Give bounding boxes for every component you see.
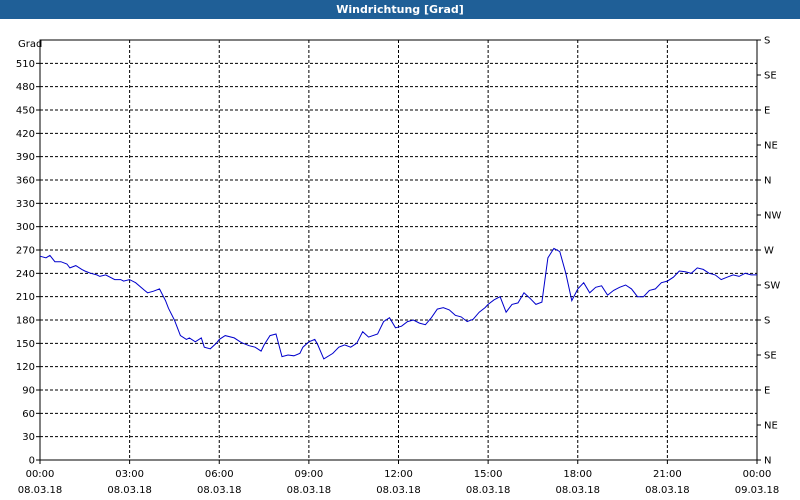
y-tick-label: 480 bbox=[16, 82, 35, 93]
y2-tick-label: S bbox=[764, 36, 770, 47]
y-axis-label: Grad bbox=[18, 39, 42, 50]
y2-tick-label: NE bbox=[764, 141, 778, 152]
y2-tick-label: E bbox=[764, 106, 770, 117]
y2-tick-label: E bbox=[764, 386, 770, 397]
wind-direction-chart: 0 30 60 90 120 150 180 210 240 270 300 330 360 390 420… bbox=[16, 36, 782, 497]
x-tick-time: 18:00 bbox=[563, 469, 592, 480]
x-tick-time: 06:00 bbox=[205, 469, 234, 480]
y-tick-label: 270 bbox=[16, 246, 35, 257]
y-tick-label: 30 bbox=[22, 432, 35, 443]
x-tick-time: 15:00 bbox=[474, 469, 503, 480]
y-tick-label: 210 bbox=[16, 292, 35, 303]
x-tick-time: 03:00 bbox=[115, 469, 144, 480]
y-tick-label: 390 bbox=[16, 152, 35, 163]
y-tick-label: 510 bbox=[16, 59, 35, 70]
y-tick-label: 60 bbox=[22, 409, 35, 420]
x-tick-date: 08.03.18 bbox=[466, 485, 511, 496]
grid bbox=[40, 39, 757, 460]
y2-tick-label: W bbox=[764, 246, 774, 257]
y2-tick-label: NW bbox=[764, 211, 781, 222]
y2-tick-label: NE bbox=[764, 421, 778, 432]
x-tick-date: 08.03.18 bbox=[197, 485, 242, 496]
chart-title: Windrichtung [Grad] bbox=[0, 0, 800, 19]
y-tick-label: 0 bbox=[29, 456, 35, 467]
y-tick-label: 90 bbox=[22, 386, 35, 397]
x-tick-date: 08.03.18 bbox=[287, 485, 332, 496]
y-tick-label: 300 bbox=[16, 222, 35, 233]
x-tick-time: 21:00 bbox=[653, 469, 682, 480]
y2-tick-label: N bbox=[764, 456, 771, 467]
y-tick-label: 450 bbox=[16, 106, 35, 117]
y2-tick-label: SW bbox=[764, 281, 780, 292]
y2-tick-label: SE bbox=[764, 351, 777, 362]
y-tick-label: 150 bbox=[16, 339, 35, 350]
y-tick-label: 330 bbox=[16, 199, 35, 210]
x-tick-date: 08.03.18 bbox=[18, 485, 63, 496]
y-tick-label: 420 bbox=[16, 129, 35, 140]
x-tick-time: 00:00 bbox=[26, 469, 55, 480]
y-tick-label: 240 bbox=[16, 269, 35, 280]
y-tick-label: 180 bbox=[16, 316, 35, 327]
x-tick-date: 08.03.18 bbox=[645, 485, 690, 496]
x-tick-time: 00:00 bbox=[743, 469, 772, 480]
x-tick-time: 12:00 bbox=[384, 469, 413, 480]
y-tick-label: 120 bbox=[16, 362, 35, 373]
x-tick-date: 09.03.18 bbox=[735, 485, 780, 496]
x-tick-date: 08.03.18 bbox=[107, 485, 152, 496]
y2-tick-label: N bbox=[764, 176, 771, 187]
y2-tick-label: SE bbox=[764, 71, 777, 82]
x-tick-date: 08.03.18 bbox=[555, 485, 600, 496]
y-tick-label: 360 bbox=[16, 176, 35, 187]
y2-tick-label: S bbox=[764, 316, 770, 327]
x-tick-date: 08.03.18 bbox=[376, 485, 421, 496]
x-tick-time: 09:00 bbox=[294, 469, 323, 480]
